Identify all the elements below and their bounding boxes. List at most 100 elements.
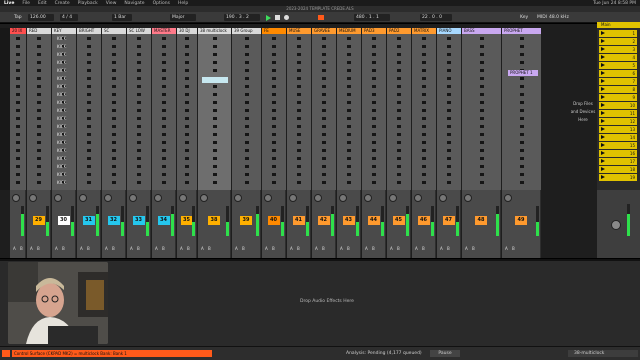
- crossfade-a-button[interactable]: A: [440, 246, 443, 251]
- clip-stop-button[interactable]: [162, 37, 166, 40]
- clip-label[interactable]: KICK: [57, 132, 66, 137]
- play-icon[interactable]: [266, 15, 271, 21]
- clip-stop-button[interactable]: [272, 69, 276, 72]
- clip-stop-button[interactable]: [480, 45, 484, 48]
- clip-stop-button[interactable]: [37, 53, 41, 56]
- clip-stop-button[interactable]: [422, 181, 426, 184]
- clip-stop-button[interactable]: [397, 77, 401, 80]
- clip-stop-button[interactable]: [185, 85, 189, 88]
- pan-knob[interactable]: [179, 194, 187, 202]
- loop-length-field[interactable]: 22 . 0 . 0: [420, 14, 452, 21]
- clip-stop-button[interactable]: [272, 77, 276, 80]
- clip-stop-button[interactable]: [447, 165, 451, 168]
- clip-stop-button[interactable]: [272, 149, 276, 152]
- crossfade-a-button[interactable]: A: [465, 246, 468, 251]
- clip-stop-button[interactable]: [185, 61, 189, 64]
- clip-stop-button[interactable]: [245, 157, 249, 160]
- clip-stop-button[interactable]: [16, 101, 20, 104]
- crossfade-a-button[interactable]: A: [390, 246, 393, 251]
- clip-stop-button[interactable]: [372, 133, 376, 136]
- clip-stop-button[interactable]: [372, 165, 376, 168]
- clip-stop-button[interactable]: [37, 133, 41, 136]
- clip-stop-button[interactable]: [447, 85, 451, 88]
- clip-stop-button[interactable]: [322, 109, 326, 112]
- clip-stop-button[interactable]: [347, 93, 351, 96]
- clip-stop-button[interactable]: [137, 61, 141, 64]
- clip-stop-button[interactable]: [112, 109, 116, 112]
- clip-label[interactable]: KICK: [57, 156, 66, 161]
- clip-stop-button[interactable]: [422, 53, 426, 56]
- clip-stop-button[interactable]: [87, 69, 91, 72]
- clip-stop-button[interactable]: [520, 109, 524, 112]
- clip-stop-button[interactable]: [520, 53, 524, 56]
- pan-knob[interactable]: [129, 194, 137, 202]
- clip-stop-button[interactable]: [480, 69, 484, 72]
- clip-label[interactable]: KICK: [57, 148, 66, 153]
- clip-stop-button[interactable]: [372, 117, 376, 120]
- clip-stop-button[interactable]: [37, 157, 41, 160]
- clip-stop-button[interactable]: [213, 85, 217, 88]
- clip-stop-button[interactable]: [162, 61, 166, 64]
- clip-stop-button[interactable]: [37, 141, 41, 144]
- clip-stop-button[interactable]: [137, 69, 141, 72]
- clip-stop-button[interactable]: [322, 165, 326, 168]
- clip-stop-button[interactable]: [213, 173, 217, 176]
- key-scale[interactable]: Major: [170, 14, 196, 21]
- clip-stop-button[interactable]: [372, 85, 376, 88]
- clip-stop-button[interactable]: [372, 125, 376, 128]
- clip-stop-button[interactable]: [297, 117, 301, 120]
- clip-label[interactable]: KICK: [57, 44, 66, 49]
- clip-stop-button[interactable]: [480, 157, 484, 160]
- clip-stop-button[interactable]: [397, 173, 401, 176]
- clip-stop-button[interactable]: [322, 37, 326, 40]
- clip-stop-button[interactable]: [16, 149, 20, 152]
- clip-stop-button[interactable]: [185, 133, 189, 136]
- menu-help[interactable]: Help: [174, 1, 192, 6]
- crossfade-a-button[interactable]: A: [155, 246, 158, 251]
- clip-stop-button[interactable]: [480, 141, 484, 144]
- clip-stop-button[interactable]: [272, 53, 276, 56]
- midi-map-button[interactable]: MIDI: [537, 14, 547, 21]
- clip-stop-button[interactable]: [87, 45, 91, 48]
- clip-stop-button[interactable]: [397, 37, 401, 40]
- menu-create[interactable]: Create: [51, 1, 74, 6]
- clip-stop-button[interactable]: [213, 61, 217, 64]
- clip-stop-button[interactable]: [37, 101, 41, 104]
- clip-stop-button[interactable]: [372, 93, 376, 96]
- clip-stop-button[interactable]: [322, 61, 326, 64]
- clip-stop-button[interactable]: [162, 77, 166, 80]
- clip-stop-button[interactable]: [480, 117, 484, 120]
- clip-stop-button[interactable]: [447, 45, 451, 48]
- clip-stop-button[interactable]: [185, 157, 189, 160]
- track-number-button[interactable]: 42: [317, 216, 330, 225]
- clip-stop-button[interactable]: [447, 149, 451, 152]
- clip-stop-button[interactable]: [16, 157, 20, 160]
- clip-stop-button[interactable]: [372, 77, 376, 80]
- clip-stop-button[interactable]: [447, 101, 451, 104]
- clip-stop-button[interactable]: [322, 69, 326, 72]
- crossfade-b-button[interactable]: B: [347, 246, 350, 251]
- crossfade-a-button[interactable]: A: [105, 246, 108, 251]
- clip-stop-button[interactable]: [422, 77, 426, 80]
- clip-stop-button[interactable]: [16, 37, 20, 40]
- clip-stop-button[interactable]: [322, 125, 326, 128]
- clip-stop-button[interactable]: [422, 61, 426, 64]
- clip-stop-button[interactable]: [245, 45, 249, 48]
- clip-stop-button[interactable]: [87, 173, 91, 176]
- crossfade-a-button[interactable]: A: [365, 246, 368, 251]
- time-signature[interactable]: 4 / 4: [60, 14, 78, 21]
- clip-stop-button[interactable]: [245, 125, 249, 128]
- drop-audio-effects-zone[interactable]: Drop Audio Effects Here: [300, 299, 354, 304]
- crossfade-b-button[interactable]: B: [322, 246, 325, 251]
- clip-stop-button[interactable]: [272, 133, 276, 136]
- crossfade-b-button[interactable]: B: [112, 246, 115, 251]
- clip-stop-button[interactable]: [112, 157, 116, 160]
- clip-stop-button[interactable]: [297, 173, 301, 176]
- clip-stop-button[interactable]: [37, 109, 41, 112]
- pan-knob[interactable]: [364, 194, 372, 202]
- track-number-button[interactable]: 38: [208, 216, 220, 225]
- clip-stop-button[interactable]: [37, 125, 41, 128]
- clip-stop-button[interactable]: [272, 157, 276, 160]
- clip-stop-button[interactable]: [297, 141, 301, 144]
- clip-stop-button[interactable]: [16, 133, 20, 136]
